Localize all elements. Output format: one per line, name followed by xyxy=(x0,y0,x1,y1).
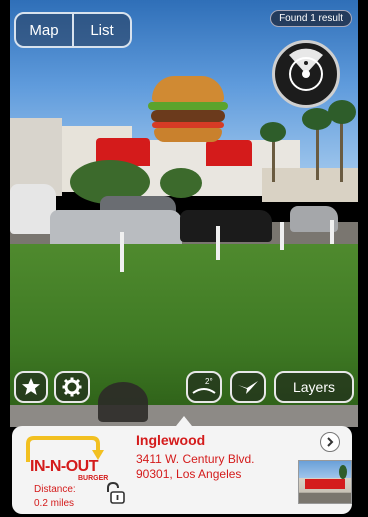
logo-text: IN-N-OUT xyxy=(30,458,98,475)
favorites-button[interactable] xyxy=(14,371,48,403)
thumbnail-roof xyxy=(305,479,345,489)
bird-icon xyxy=(238,381,258,394)
poi-address: 3411 W. Century Blvd. 90301, Los Angeles xyxy=(136,452,255,482)
bollard xyxy=(280,222,284,250)
logo-subtext: BURGER xyxy=(78,475,109,482)
patty xyxy=(151,110,225,122)
details-button[interactable] xyxy=(320,432,340,452)
list-button[interactable]: List xyxy=(72,14,130,46)
address-line-2: 90301, Los Angeles xyxy=(136,467,242,481)
palm-tree xyxy=(260,122,286,142)
bollard xyxy=(216,226,220,260)
poi-thumbnail[interactable] xyxy=(298,460,352,504)
view-toggle: Map List xyxy=(14,12,132,48)
ar-camera-view: Map List Found 1 result 2° Layers IN-N-O… xyxy=(10,0,358,517)
building xyxy=(262,168,358,202)
poi-info-card[interactable]: IN-N-OUT BURGER Inglewood 3411 W. Centur… xyxy=(12,426,352,514)
gear-icon xyxy=(62,377,82,397)
burger-poi-marker[interactable] xyxy=(148,76,228,142)
in-n-out-logo: IN-N-OUT BURGER xyxy=(22,436,108,482)
poi-name: Inglewood xyxy=(136,432,206,448)
tilt-value: 2° xyxy=(205,377,213,386)
car xyxy=(180,210,272,242)
chevron-right-icon xyxy=(327,437,334,447)
bun-bottom xyxy=(154,128,222,142)
distance-label: Distance: xyxy=(34,484,76,495)
bollard xyxy=(120,232,124,272)
lock-open-icon[interactable] xyxy=(104,481,126,504)
map-button[interactable]: Map xyxy=(16,14,72,46)
tilt-icon xyxy=(192,388,216,394)
tilt-button[interactable]: 2° xyxy=(186,371,222,403)
lettuce xyxy=(148,102,228,110)
layers-button[interactable]: Layers xyxy=(274,371,354,403)
shadow xyxy=(98,382,148,422)
bollard xyxy=(330,220,334,244)
radar-icon[interactable] xyxy=(272,40,340,108)
distance-value: 0.2 miles xyxy=(34,498,75,509)
results-badge: Found 1 result xyxy=(270,10,352,27)
tree xyxy=(160,168,202,198)
restaurant-roof xyxy=(206,140,252,166)
bird-view-button[interactable] xyxy=(230,371,266,403)
address-line-1: 3411 W. Century Blvd. xyxy=(136,452,255,466)
thumbnail-palm xyxy=(339,465,347,479)
bun-top xyxy=(152,76,224,102)
settings-button[interactable] xyxy=(54,371,90,403)
card-pointer xyxy=(176,416,192,426)
star-icon xyxy=(22,378,40,395)
